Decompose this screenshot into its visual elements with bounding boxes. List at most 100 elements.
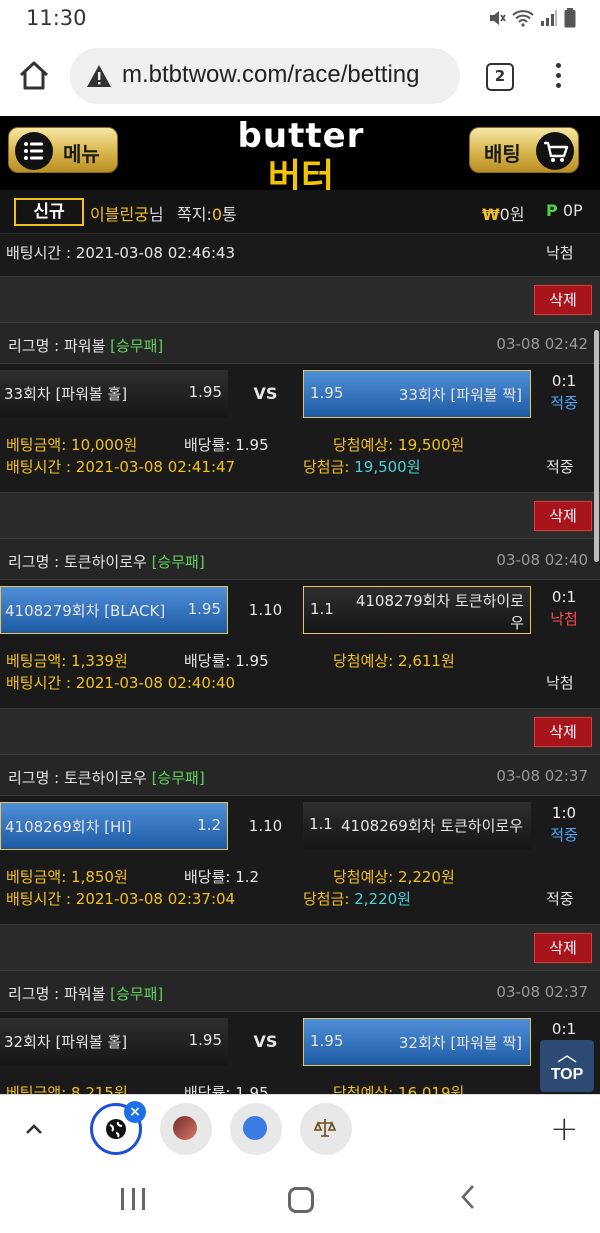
- bet-amount: 베팅금액: 1,850원: [6, 868, 128, 886]
- win-value: 2,220원: [354, 890, 411, 908]
- bet-type: [승무패]: [110, 337, 164, 355]
- bet-record-partial: 배팅시간 : 2021-03-08 02:46:43 낙첨: [0, 234, 600, 276]
- record-divider: 삭제: [0, 492, 600, 538]
- bet-info: 베팅금액: 1,339원 배당률: 1.95 당첨예상: 2,611원 배팅시간…: [0, 638, 600, 710]
- bet-amount: 베팅금액: 1,339원: [6, 652, 128, 670]
- url-text[interactable]: m.btbtwow.com/race/betting: [122, 61, 419, 89]
- away-option-selected[interactable]: 1.95 32회차 [파워볼 짝]: [303, 1018, 531, 1066]
- home-name: 4108279회차 [BLACK]: [5, 602, 166, 620]
- tab-switcher-button[interactable]: 2: [486, 63, 514, 91]
- username-honorific: 님: [148, 205, 164, 224]
- site-favicon-icon: [243, 1116, 267, 1140]
- won-icon: ₩: [482, 205, 500, 224]
- site-favicon-icon: [173, 1116, 197, 1140]
- status-time: 11:30: [26, 6, 87, 30]
- delete-button[interactable]: 삭제: [534, 501, 592, 531]
- menu-button[interactable]: 메뉴: [8, 127, 118, 173]
- league-name: 리그명 : 토큰하이로우 [승무패]: [8, 551, 205, 572]
- page-scrollbar[interactable]: [594, 330, 599, 562]
- bet-expected: 당첨예상: 2,220원: [333, 868, 455, 886]
- delete-button[interactable]: 삭제: [534, 285, 592, 315]
- bet-type: [승무패]: [110, 985, 164, 1003]
- home-odd: 1.95: [188, 1031, 222, 1049]
- delete-button[interactable]: 삭제: [534, 717, 592, 747]
- wifi-icon: [512, 10, 534, 27]
- bet-history-list[interactable]: 배팅시간 : 2021-03-08 02:46:43 낙첨 삭제 리그명 : 파…: [0, 234, 600, 1094]
- home-option-selected[interactable]: 4108269회차 [HI] 1.2: [0, 802, 228, 850]
- bet-type: [승무패]: [151, 769, 205, 787]
- win-amount: 당첨금: 2,220원: [303, 888, 411, 909]
- menu-button-label: 메뉴: [63, 142, 100, 166]
- close-tab-icon[interactable]: ×: [124, 1101, 146, 1123]
- bet-rate: 배당률: 1.95: [184, 436, 269, 454]
- home-option[interactable]: 33회차 [파워볼 홀] 1.95: [0, 370, 228, 418]
- bet-time: 배팅시간 : 2021-03-08 02:37:04: [6, 890, 236, 908]
- record-divider: 삭제: [0, 708, 600, 754]
- score: 0:1: [551, 588, 577, 606]
- browser-bottom-bar: × +: [0, 1094, 600, 1166]
- top-label: TOP: [550, 1066, 584, 1083]
- bet-time: 배팅시간 : 2021-03-08 02:41:47: [6, 458, 236, 476]
- league-date: 03-08 02:40: [496, 551, 588, 569]
- win-value: 19,500원: [354, 458, 421, 476]
- tab-favicon[interactable]: [160, 1103, 212, 1155]
- recent-apps-icon[interactable]: [121, 1188, 145, 1210]
- home-option[interactable]: 32회차 [파워볼 홀] 1.95: [0, 1018, 228, 1066]
- bet-rate: 배당률: 1.2: [184, 868, 260, 886]
- cash-value: 0원: [499, 205, 525, 224]
- tab-favicon[interactable]: [230, 1103, 282, 1155]
- away-option[interactable]: 1.1 4108279회차 토큰하이로우: [303, 586, 531, 634]
- address-bar[interactable]: m.btbtwow.com/race/betting: [70, 48, 460, 104]
- chevron-up-icon[interactable]: [22, 1117, 46, 1148]
- delete-button[interactable]: 삭제: [534, 933, 592, 963]
- scroll-top-button[interactable]: ︿ TOP: [540, 1040, 594, 1092]
- home-icon[interactable]: [16, 58, 52, 94]
- home-option-selected[interactable]: 4108279회차 [BLACK] 1.95: [0, 586, 228, 634]
- draw-odd[interactable]: 1.10: [230, 586, 301, 634]
- new-tab-icon[interactable]: +: [550, 1109, 579, 1149]
- home-name: 32회차 [파워볼 홀]: [4, 1033, 128, 1051]
- point-value: 0P: [562, 201, 583, 220]
- result-status: 적중: [550, 394, 578, 412]
- league-label: 리그명 : 파워볼: [8, 985, 106, 1003]
- bet-info: 베팅금액: 1,850원 배당률: 1.2 당첨예상: 2,220원 배팅시간 …: [0, 854, 600, 926]
- battery-icon: [564, 8, 576, 28]
- betting-cart-button[interactable]: 배팅: [469, 127, 579, 173]
- chevron-up-icon: ︿: [557, 1042, 577, 1066]
- league-date: 03-08 02:37: [496, 983, 588, 1001]
- back-icon[interactable]: [458, 1182, 478, 1220]
- away-name: 33회차 [파워볼 짝]: [398, 386, 522, 404]
- scale-icon: [313, 1116, 337, 1140]
- away-option-selected[interactable]: 1.95 33회차 [파워볼 짝]: [303, 370, 531, 418]
- vs-label: VS: [230, 1018, 301, 1066]
- home-name: 33회차 [파워볼 홀]: [4, 385, 128, 403]
- message-unit: 통: [222, 205, 237, 224]
- message-count-value: 0: [211, 205, 223, 224]
- user-info-bar: 신규 이블린궁님 쪽지:0통 ₩0원 P 0P: [0, 190, 600, 234]
- bet-selection-row: 33회차 [파워볼 홀] 1.95 VS 1.95 33회차 [파워볼 짝] 0:1…: [0, 364, 600, 422]
- globe-icon: [104, 1117, 128, 1141]
- result-status: 낙첨: [550, 610, 578, 628]
- bet-selection-row: 4108269회차 [HI] 1.2 1.10 1.1 4108269회차 토큰하이…: [0, 796, 600, 854]
- match-result: 0:1 낙첨: [540, 586, 588, 630]
- result-status: 적중: [550, 826, 578, 844]
- score: 1:0: [551, 804, 577, 822]
- site-logo[interactable]: butter 버터: [234, 116, 368, 198]
- username-text: 이블린궁: [90, 205, 149, 224]
- league-label: 리그명 : 파워볼: [8, 337, 106, 355]
- point-balance: P 0P: [546, 201, 583, 220]
- tab-favicon[interactable]: [300, 1103, 352, 1155]
- vs-label: VS: [230, 370, 301, 418]
- home-nav-icon[interactable]: [288, 1187, 314, 1213]
- bet-status: 적중: [546, 458, 574, 476]
- message-count[interactable]: 쪽지:0통: [177, 201, 237, 225]
- more-menu-icon[interactable]: [552, 60, 564, 94]
- bet-time: 배팅시간 : 2021-03-08 02:46:43: [6, 244, 236, 262]
- bet-expected: 당첨예상: 19,500원: [333, 436, 465, 454]
- bet-amount: 베팅금액: 8,215원: [6, 1084, 128, 1094]
- away-option[interactable]: 1.1 4108269회차 토큰하이로우: [303, 802, 531, 850]
- status-icons: [488, 8, 576, 28]
- warning-icon[interactable]: [86, 64, 112, 88]
- draw-odd[interactable]: 1.10: [230, 802, 301, 850]
- record-divider: 삭제: [0, 276, 600, 322]
